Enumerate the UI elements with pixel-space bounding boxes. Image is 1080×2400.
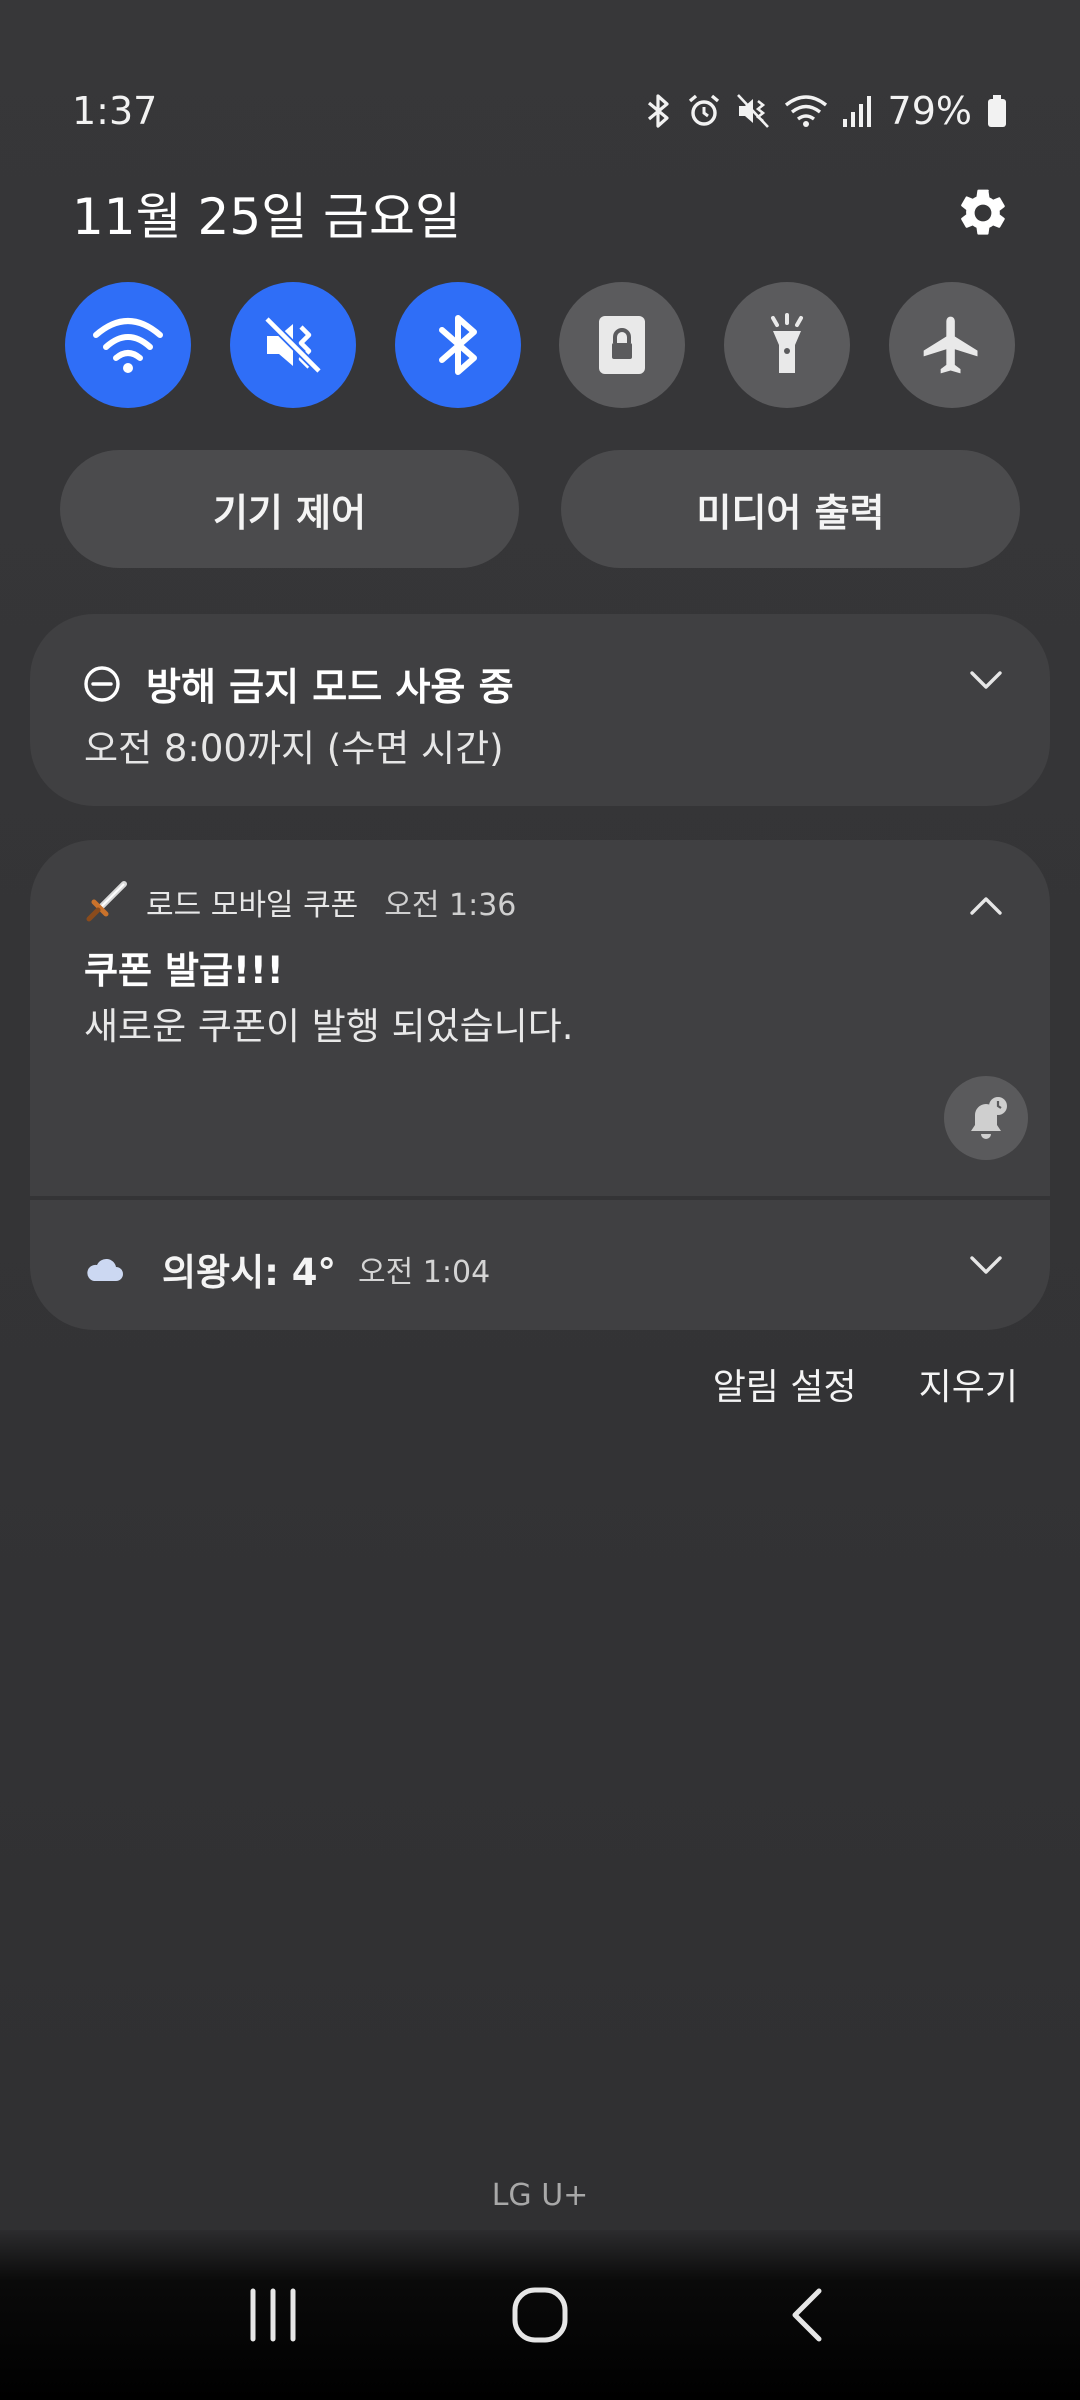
date-label: 11월 25일 금요일 — [72, 188, 462, 246]
notification-shade: 1:37 79% 11월 25일 금요일 기기 제어 미디어 출력 방해 금지 … — [0, 0, 1080, 2400]
signal-icon — [842, 96, 871, 127]
airplane-toggle[interactable] — [888, 282, 1015, 408]
notification-title: 쿠폰 발급!!! — [84, 949, 284, 992]
snooze-button[interactable] — [944, 1076, 1028, 1160]
dnd-title: 방해 금지 모드 사용 중 — [146, 665, 514, 709]
weather-notification[interactable]: 의왕시: 4° 오전 1:04 — [30, 1200, 1050, 1330]
wifi-toggle[interactable] — [65, 282, 191, 408]
notification-header: 로드 모바일 쿠폰 오전 1:36 — [84, 880, 516, 924]
weather-expand-button[interactable] — [966, 1245, 1006, 1285]
flashlight-icon — [771, 313, 804, 373]
bluetooth-icon — [647, 94, 669, 128]
airplane-icon — [923, 316, 978, 374]
home-icon — [512, 2287, 568, 2343]
coupon-notification[interactable]: 로드 모바일 쿠폰 오전 1:36 쿠폰 발급!!! 새로운 쿠폰이 발행 되었… — [30, 840, 1050, 1196]
cloud-icon — [87, 1258, 123, 1281]
quick-toggles — [65, 282, 1015, 408]
notification-actions: 알림 설정 지우기 — [713, 1358, 1018, 1410]
dnd-title-row: 방해 금지 모드 사용 중 — [82, 656, 514, 711]
alarm-icon — [688, 94, 719, 126]
recents-icon — [250, 2288, 296, 2342]
back-icon — [792, 2288, 822, 2342]
battery-icon — [988, 95, 1006, 127]
screen-lock-toggle[interactable] — [559, 282, 686, 408]
status-icons: 79% — [646, 89, 1008, 133]
home-button[interactable] — [490, 2265, 590, 2365]
dnd-subtitle: 오전 8:00까지 (수면 시간) — [84, 727, 504, 770]
snooze-bell-icon — [971, 1097, 1007, 1139]
media-output-button[interactable]: 미디어 출력 — [561, 450, 1020, 568]
app-name: 로드 모바일 쿠폰 — [146, 888, 359, 923]
flashlight-toggle[interactable] — [724, 282, 851, 408]
navigation-bar — [0, 2230, 1080, 2400]
mute-toggle[interactable] — [229, 282, 356, 408]
vibrate-mute-icon — [736, 94, 769, 128]
bluetooth-icon — [438, 315, 477, 375]
dnd-icon — [84, 665, 120, 702]
weather-city-temp: 의왕시: 4° — [162, 1251, 337, 1294]
dnd-card[interactable]: 방해 금지 모드 사용 중 오전 8:00까지 (수면 시간) — [30, 614, 1050, 806]
status-time: 1:37 — [72, 89, 158, 133]
wifi-icon — [784, 95, 827, 127]
date-row: 11월 25일 금요일 — [72, 178, 1018, 248]
settings-button[interactable] — [948, 178, 1018, 248]
pill-buttons: 기기 제어 미디어 출력 — [60, 450, 1020, 568]
collapse-notification-button[interactable] — [966, 886, 1006, 926]
weather-time: 오전 1:04 — [358, 1255, 491, 1290]
battery-percent: 79% — [887, 89, 972, 133]
clear-button[interactable]: 지우기 — [919, 1358, 1018, 1410]
lock-icon — [599, 316, 646, 374]
device-control-button[interactable]: 기기 제어 — [60, 450, 519, 568]
recents-button[interactable] — [223, 2265, 323, 2365]
carrier-label: LG U+ — [491, 2178, 589, 2213]
weather-row: 의왕시: 4° 오전 1:04 — [84, 1242, 490, 1296]
vibrate-mute-icon — [263, 316, 322, 374]
sword-icon — [86, 881, 127, 922]
chevron-down-icon — [970, 1256, 1002, 1274]
chevron-down-icon — [970, 671, 1002, 689]
notification-time: 오전 1:36 — [384, 888, 517, 923]
chevron-up-icon — [970, 897, 1002, 915]
gear-icon — [961, 189, 1005, 235]
notification-body: 새로운 쿠폰이 발행 되었습니다. — [84, 1005, 574, 1048]
back-button[interactable] — [757, 2265, 857, 2365]
bluetooth-toggle[interactable] — [394, 282, 521, 408]
status-bar: 1:37 79% — [72, 84, 1008, 138]
notification-settings-button[interactable]: 알림 설정 — [713, 1358, 857, 1410]
dnd-expand-button[interactable] — [966, 660, 1006, 700]
wifi-icon — [93, 318, 163, 373]
